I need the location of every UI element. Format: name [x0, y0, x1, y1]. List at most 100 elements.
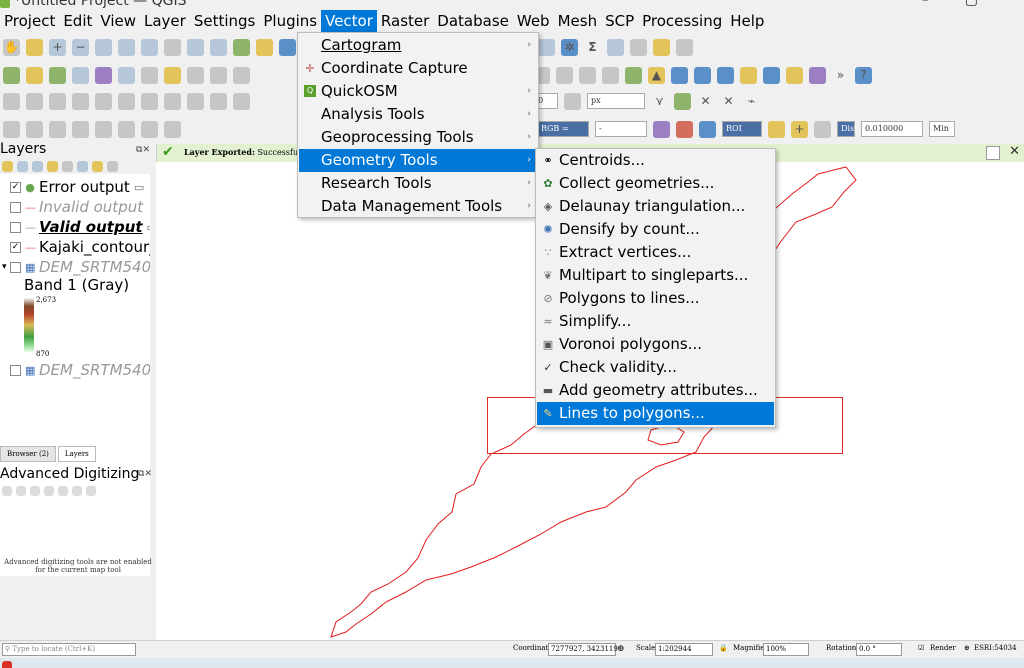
- plugin-icon-8[interactable]: [625, 66, 642, 84]
- panel-float-close-icon[interactable]: ⧉✕: [136, 145, 150, 155]
- submenu-item-check-validity[interactable]: ✓ Check validity...: [537, 356, 774, 379]
- zoom-native-icon[interactable]: [164, 38, 181, 56]
- layer-row-kajaki-contour[interactable]: ✓ — Kajaki_contour_: [0, 237, 150, 257]
- annotation-icon[interactable]: [653, 38, 670, 56]
- label-icon-7[interactable]: [141, 120, 158, 138]
- lock-scale-icon[interactable]: 🔒: [719, 644, 728, 652]
- menu-edit[interactable]: Edit: [59, 10, 96, 32]
- zoom-out-icon[interactable]: −: [72, 38, 89, 56]
- layer-style-icon[interactable]: [2, 160, 13, 172]
- zoom-last-icon[interactable]: [187, 38, 204, 56]
- python-icon[interactable]: [740, 66, 757, 84]
- layer-row-dem-1[interactable]: ▾ ▦ DEM_SRTM5403: [0, 257, 150, 277]
- submenu-item-delaunay[interactable]: ◈ Delaunay triangulation...: [537, 195, 774, 218]
- digitize-icon-7[interactable]: [141, 92, 158, 110]
- cross-icon[interactable]: ✕: [697, 93, 714, 110]
- zoom-selection-icon[interactable]: [118, 38, 135, 56]
- label-icon-3[interactable]: [49, 120, 66, 138]
- calculator-icon[interactable]: [538, 38, 555, 56]
- adv-tool-icon-6[interactable]: [72, 486, 82, 496]
- pan-to-selection-icon[interactable]: [26, 38, 43, 56]
- menu-item-geometry-tools[interactable]: Geometry Tools ›: [299, 149, 537, 172]
- add-delimited-icon[interactable]: [95, 66, 112, 84]
- settings-gear-icon[interactable]: ✲: [561, 38, 578, 56]
- digitize-icon-10[interactable]: [210, 92, 227, 110]
- menu-item-analysis-tools[interactable]: Analysis Tools ›: [299, 103, 537, 126]
- message-close-icon[interactable]: ✕: [1009, 144, 1020, 159]
- zoom-next-icon[interactable]: [210, 38, 227, 56]
- rotation-field[interactable]: 0.0 °: [856, 643, 902, 656]
- plugin-icon-13[interactable]: [763, 66, 780, 84]
- expand-all-icon[interactable]: [77, 160, 88, 172]
- attribute-table-icon[interactable]: [607, 38, 624, 56]
- digitize-icon-9[interactable]: [187, 92, 204, 110]
- remove-layer-icon[interactable]: [107, 160, 118, 172]
- message-expand-button[interactable]: [986, 146, 1000, 160]
- tab-browser[interactable]: Browser (2): [0, 446, 56, 462]
- submenu-item-collect-geometries[interactable]: ✿ Collect geometries...: [537, 172, 774, 195]
- submenu-item-polygons-to-lines[interactable]: ⊘ Polygons to lines...: [537, 287, 774, 310]
- label-icon-8[interactable]: [164, 120, 181, 138]
- coordinate-field[interactable]: 7277927, 3423119: [548, 643, 618, 656]
- help-icon[interactable]: ?: [855, 66, 872, 84]
- submenu-item-extract-vertices[interactable]: ∵ Extract vertices...: [537, 241, 774, 264]
- menu-database[interactable]: Database: [433, 10, 513, 32]
- plugin-icon-14[interactable]: [786, 66, 803, 84]
- expand-chevron-icon[interactable]: ▾: [2, 262, 8, 272]
- menu-layer[interactable]: Layer: [140, 10, 190, 32]
- layer-row-valid-output[interactable]: — Valid output ▭: [0, 217, 150, 237]
- zoom-full-icon[interactable]: [95, 38, 112, 56]
- min-field[interactable]: Min: [929, 121, 955, 137]
- manage-themes-icon[interactable]: [32, 160, 43, 172]
- label-icon-4[interactable]: [72, 120, 89, 138]
- size-clear-icon[interactable]: [564, 92, 581, 110]
- submenu-item-centroids[interactable]: ⚭ Centroids...: [537, 149, 774, 172]
- plugin-icon-6[interactable]: [579, 66, 596, 84]
- digitize-icon-2[interactable]: [26, 92, 43, 110]
- layer-row-dem-2[interactable]: ▦ DEM_SRTM5403: [0, 360, 150, 380]
- adv-tool-icon-2[interactable]: [16, 486, 26, 496]
- menu-settings[interactable]: Settings: [190, 10, 260, 32]
- locator-search-input[interactable]: ⚲ Type to locate (Ctrl+K): [2, 643, 136, 656]
- zoom-layer-icon[interactable]: [141, 38, 158, 56]
- menu-project[interactable]: Project: [0, 10, 59, 32]
- magnifier-field[interactable]: 100%: [763, 643, 809, 656]
- layer-indicator-icon[interactable]: ▭: [147, 221, 150, 234]
- scale-field[interactable]: 1:202944: [655, 643, 713, 656]
- roi-zoom-icon[interactable]: [699, 120, 716, 138]
- rgb-field[interactable]: RGB =: [537, 121, 589, 137]
- search-icon[interactable]: [676, 38, 693, 56]
- filter-icon[interactable]: [47, 160, 58, 172]
- pan-icon[interactable]: ✋: [3, 38, 20, 56]
- menu-item-research-tools[interactable]: Research Tools ›: [299, 172, 537, 195]
- topology-icon[interactable]: [674, 92, 691, 110]
- digitize-icon-11[interactable]: [233, 92, 250, 110]
- refresh-icon[interactable]: [279, 38, 296, 56]
- adv-tool-icon-5[interactable]: [58, 486, 68, 496]
- roi-add-icon[interactable]: +: [791, 120, 808, 138]
- digitize-icon-1[interactable]: [3, 92, 20, 110]
- more-icon[interactable]: »: [832, 67, 849, 84]
- submenu-item-multipart[interactable]: ❦ Multipart to singleparts...: [537, 264, 774, 287]
- menu-web[interactable]: Web: [513, 10, 554, 32]
- new-map-view-icon[interactable]: [233, 38, 250, 56]
- filter-expression-icon[interactable]: [62, 160, 73, 172]
- layer-checkbox[interactable]: ✓: [10, 241, 21, 253]
- zoom-in-icon[interactable]: +: [49, 38, 66, 56]
- vertex-tool-icon[interactable]: [233, 66, 250, 84]
- label-icon-1[interactable]: [3, 120, 20, 138]
- submenu-item-lines-to-polygons[interactable]: ✎ Lines to polygons...: [537, 402, 774, 425]
- adv-tool-icon-1[interactable]: [2, 486, 12, 496]
- sum-icon[interactable]: Σ: [584, 39, 601, 56]
- layer-indicator-icon[interactable]: ▭: [134, 181, 144, 194]
- crs-label[interactable]: ESRI:54034: [974, 644, 1017, 652]
- add-vector-icon[interactable]: [26, 66, 43, 84]
- panel-float-close-icon[interactable]: ⧉✕: [138, 469, 152, 479]
- roi-icon-2[interactable]: [676, 120, 693, 138]
- layer-checkbox[interactable]: ✓: [10, 181, 21, 193]
- trace-icon[interactable]: ⌁: [743, 93, 760, 110]
- roi-redo-icon[interactable]: [814, 120, 831, 138]
- collapse-all-icon[interactable]: [92, 160, 103, 172]
- crs-globe-icon[interactable]: ⊕: [964, 644, 970, 652]
- add-spatialite-icon[interactable]: [118, 66, 135, 84]
